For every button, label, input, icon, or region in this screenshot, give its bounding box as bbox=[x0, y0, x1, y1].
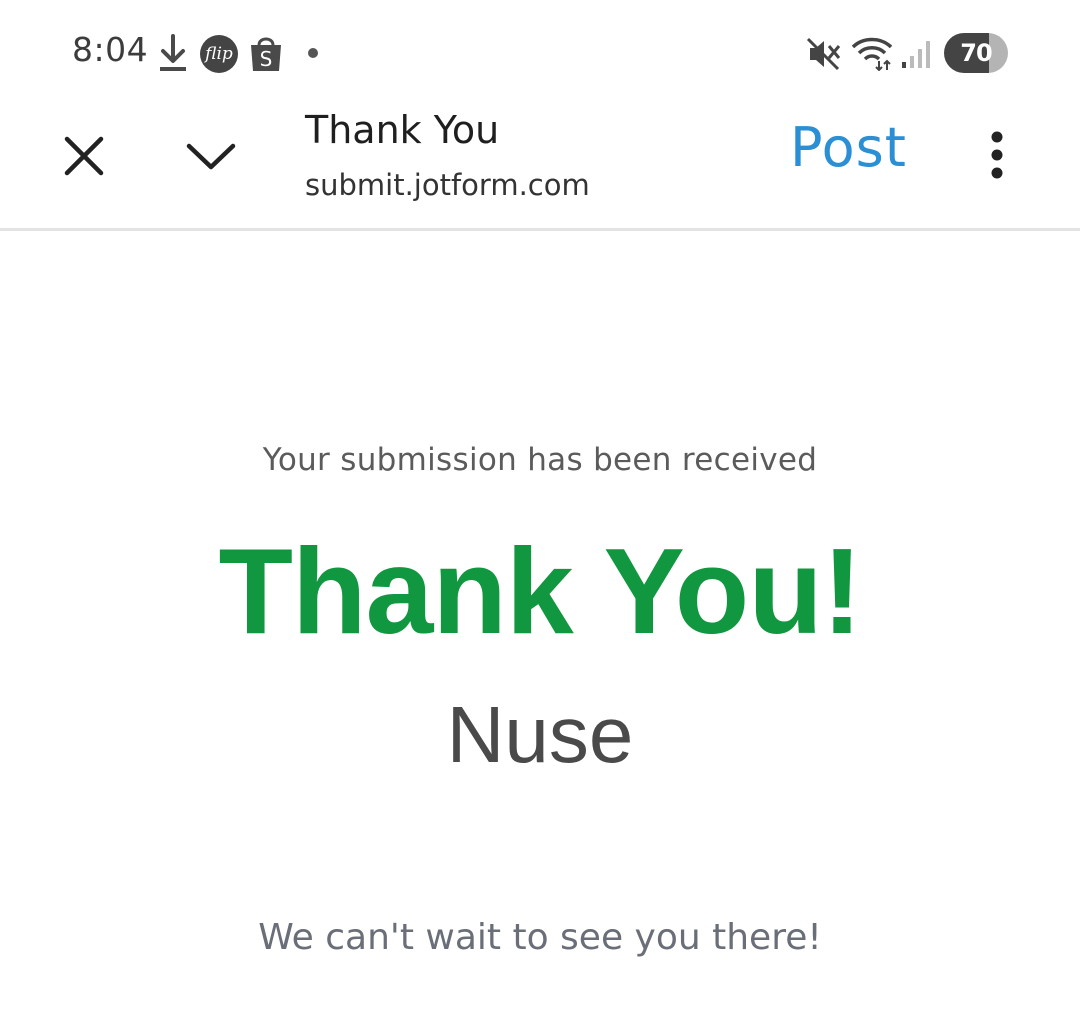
status-time: 8:04 bbox=[72, 30, 149, 69]
shopee-letter: S bbox=[260, 47, 273, 71]
signal-icon bbox=[900, 38, 932, 75]
wifi-icon bbox=[850, 35, 894, 76]
download-icon bbox=[157, 34, 189, 79]
post-button[interactable]: Post bbox=[790, 116, 907, 179]
submission-received-text: Your submission has been received bbox=[262, 442, 818, 478]
close-icon[interactable] bbox=[62, 134, 106, 178]
thank-you-page: Your submission has been received Thank … bbox=[0, 231, 1080, 1019]
page-url: submit.jotform.com bbox=[305, 168, 590, 202]
battery-indicator: 70 bbox=[944, 33, 1008, 73]
chevron-down-icon[interactable] bbox=[184, 134, 238, 178]
shopee-icon: S bbox=[248, 33, 284, 78]
status-bar: 8:04 flip S 70 bbox=[0, 0, 1080, 100]
mute-icon bbox=[806, 36, 842, 77]
closing-message: We can't wait to see you there! bbox=[258, 917, 822, 958]
thank-you-heading: Thank You! bbox=[218, 523, 863, 659]
more-vert-icon[interactable] bbox=[984, 130, 1010, 180]
custom-tab-toolbar: Thank You submit.jotform.com Post bbox=[0, 100, 1080, 231]
page-title: Thank You bbox=[305, 108, 500, 152]
submitter-name: Nuse bbox=[446, 690, 634, 779]
flip-app-icon: flip bbox=[200, 35, 238, 73]
notification-dot bbox=[308, 48, 318, 58]
